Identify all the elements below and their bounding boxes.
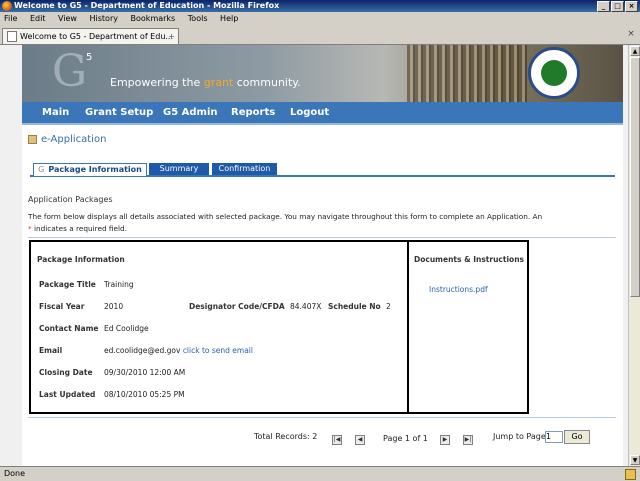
status-bar: Done [0, 466, 640, 481]
menu-history[interactable]: History [90, 14, 118, 23]
new-tab-icon[interactable]: + [168, 29, 175, 44]
instructions-pdf-link[interactable]: Instructions.pdf [429, 285, 488, 294]
menu-edit[interactable]: Edit [30, 14, 46, 23]
menu-bookmarks[interactable]: Bookmarks [131, 14, 176, 23]
email-label: Email [39, 346, 63, 355]
documents-heading: Documents & Instructions [414, 255, 524, 264]
app-icon [28, 134, 37, 144]
go-button[interactable]: Go [564, 430, 590, 444]
menu-bar: File Edit View History Bookmarks Tools H… [0, 12, 640, 26]
nav-grant-setup[interactable]: Grant Setup [85, 102, 153, 123]
contact-value: Ed Coolidge [104, 324, 149, 333]
dept-seal-icon [528, 47, 580, 99]
window-title: Welcome to G5 - Department of Education … [14, 1, 280, 10]
scroll-up-icon[interactable]: ▲ [630, 46, 640, 56]
divider [28, 417, 616, 418]
nav-main[interactable]: Main [42, 102, 69, 123]
cfda-label: Designator Code/CFDA [189, 302, 285, 311]
contact-label: Contact Name [39, 324, 99, 333]
page-indicator: Page 1 of 1 [383, 434, 428, 443]
package-title-value: Training [104, 280, 134, 289]
close-button[interactable]: × [625, 1, 638, 12]
lock-icon[interactable] [625, 469, 636, 480]
documents-panel: Documents & Instructions Instructions.pd… [407, 240, 529, 414]
send-email-link[interactable]: click to send email [183, 346, 253, 355]
window-titlebar: Welcome to G5 - Department of Education … [0, 0, 640, 12]
tab-package-information[interactable]: G Package Information [33, 163, 147, 176]
g5-logo-sup: 5 [86, 52, 93, 63]
nav-g5-admin[interactable]: G5 Admin [163, 102, 218, 123]
library-image [407, 45, 527, 102]
tab-close-icon[interactable]: × [626, 29, 636, 39]
maximize-button[interactable]: □ [611, 1, 624, 12]
package-heading: Package Information [37, 255, 125, 264]
status-text: Done [4, 469, 26, 478]
last-page-button[interactable]: ▶| [463, 435, 473, 445]
tab-confirmation[interactable]: Confirmation [212, 163, 277, 175]
browser-viewport: G 5 Empowering the grant community. Main… [0, 45, 628, 466]
last-updated-value: 08/10/2010 05:25 PM [104, 390, 185, 399]
menu-view[interactable]: View [58, 14, 77, 23]
schedule-value: 2 [386, 302, 391, 311]
scrollbar-thumb[interactable] [630, 57, 640, 297]
browser-tab-bar: Welcome to G5 - Department of Edu... + × [0, 26, 640, 45]
page-icon [7, 31, 17, 42]
cfda-value: 84.407X [290, 302, 322, 311]
g5-logo: G [52, 46, 88, 97]
divider [28, 237, 616, 238]
package-title-label: Package Title [39, 280, 96, 289]
nav-reports[interactable]: Reports [231, 102, 275, 123]
fiscal-year-label: Fiscal Year [39, 302, 85, 311]
header-banner: G 5 Empowering the grant community. [22, 45, 623, 102]
total-records: Total Records: 2 [254, 432, 318, 441]
main-nav: Main Grant Setup G5 Admin Reports Logout [22, 102, 623, 125]
page-title: e-Application [28, 134, 106, 145]
next-page-button[interactable]: ▶ [440, 435, 450, 445]
menu-tools[interactable]: Tools [188, 14, 208, 23]
fiscal-year-value: 2010 [104, 302, 124, 311]
email-value: ed.coolidge@ed.gov click to send email [104, 346, 253, 355]
browser-tab[interactable]: Welcome to G5 - Department of Edu... + [2, 28, 179, 44]
schedule-label: Schedule No [328, 302, 381, 311]
browser-tab-label: Welcome to G5 - Department of Edu... [20, 32, 174, 41]
nav-logout[interactable]: Logout [290, 102, 329, 123]
prev-page-button[interactable]: ◀ [355, 435, 365, 445]
menu-file[interactable]: File [4, 14, 17, 23]
last-updated-label: Last Updated [39, 390, 96, 399]
menu-help[interactable]: Help [220, 14, 238, 23]
closing-date-label: Closing Date [39, 368, 93, 377]
closing-date-value: 09/30/2010 12:00 AM [104, 368, 186, 377]
first-page-button[interactable]: |◀ [332, 435, 342, 445]
form-description: The form below displays all details asso… [28, 212, 543, 233]
jump-label: Jump to Page [493, 432, 546, 441]
firefox-icon [2, 1, 12, 11]
package-info-panel: Package Information Package Title Traini… [29, 240, 409, 414]
banner-tagline: Empowering the grant community. [110, 76, 301, 89]
minimize-button[interactable]: _ [597, 1, 610, 12]
section-title: Application Packages [28, 195, 113, 204]
form-tabs: G Package Information Summary Confirmatio… [30, 163, 615, 177]
vertical-scrollbar[interactable]: ▲ ▼ [628, 45, 640, 466]
jump-page-input[interactable]: 1 [545, 431, 563, 443]
page-content: G 5 Empowering the grant community. Main… [22, 45, 623, 466]
scroll-down-icon[interactable]: ▼ [630, 455, 640, 465]
tab-summary[interactable]: Summary [149, 163, 209, 175]
